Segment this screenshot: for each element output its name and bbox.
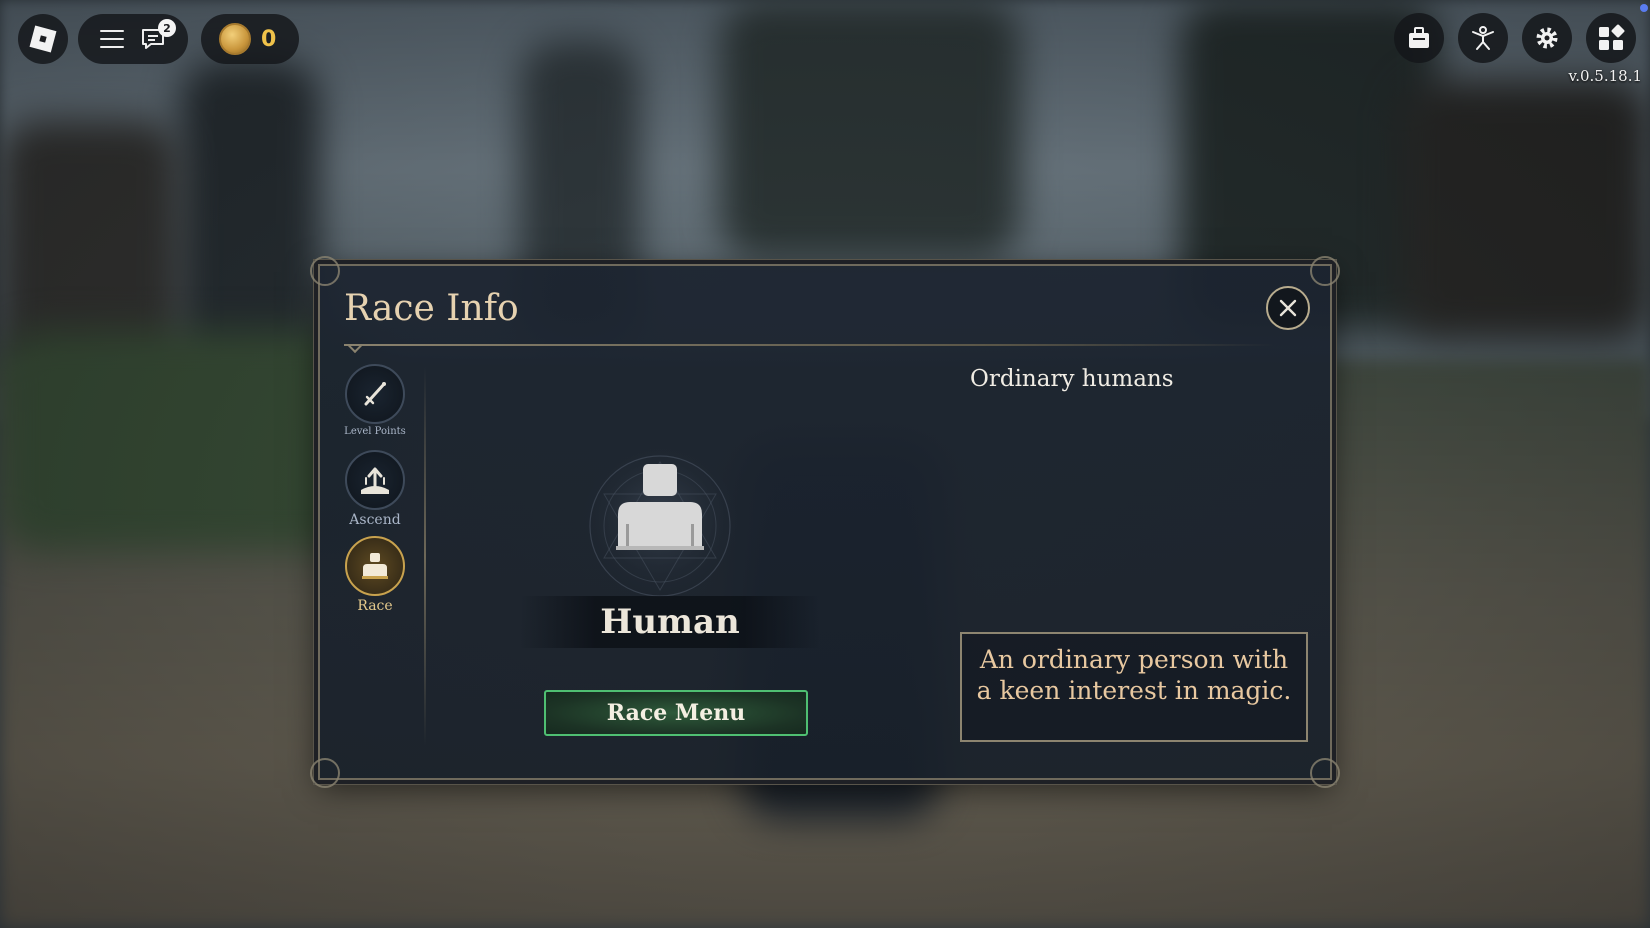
nav-label: Race [357,598,393,614]
human-silhouette-icon [582,448,738,604]
ascend-icon [361,467,389,494]
grid-icon [1599,24,1625,50]
race-info-modal: Race Info Level Points Ascend Race Human… [310,256,1340,788]
chat-unread-badge: 2 [158,19,176,37]
chat-button[interactable]: 2 [140,19,176,51]
roblox-menu-button[interactable] [18,14,68,64]
race-icon [362,553,388,579]
race-subtitle: Ordinary humans [970,366,1174,392]
race-description-box: An ordinary person with a keen interest … [960,632,1308,742]
race-name: Human [600,602,740,642]
version-label: v.0.5.18.1 [1568,67,1642,85]
nav-race[interactable]: Race [342,536,408,614]
title-divider [344,344,1274,346]
nav-divider [424,366,426,746]
currency-display[interactable]: 0 [201,14,299,64]
coin-icon [219,23,251,55]
hamburger-menu-icon[interactable] [100,30,124,48]
close-icon [1279,299,1297,317]
figure-pose-icon [1472,26,1494,50]
settings-button[interactable] [1522,13,1572,63]
modal-title: Race Info [344,288,519,329]
coin-count: 0 [261,26,277,52]
ornament-corner [310,256,340,286]
ornament-corner [310,758,340,788]
sword-icon [364,382,386,406]
race-description: An ordinary person with a keen interest … [976,645,1292,706]
side-nav: Level Points Ascend Race [342,364,408,744]
race-emblem [580,446,740,606]
backpack-button[interactable] [1394,13,1444,63]
status-dot [1640,4,1648,12]
race-name-banner: Human [520,596,820,648]
ornament-corner [1310,256,1340,286]
roblox-logo-icon [29,25,57,53]
race-menu-button[interactable]: Race Menu [544,690,808,736]
gear-icon [1536,27,1558,49]
backpack-icon [1409,27,1429,48]
ornament-corner [1310,758,1340,788]
inventory-grid-button[interactable] [1586,13,1636,63]
nav-label: Level Points [344,426,406,437]
divider-chevron-icon [347,338,363,354]
menu-chat-pill: 2 [78,14,188,64]
emote-button[interactable] [1458,13,1508,63]
nav-ascend[interactable]: Ascend [342,450,408,528]
close-button[interactable] [1266,286,1310,330]
nav-label: Ascend [349,512,401,528]
nav-level-points[interactable]: Level Points [342,364,408,437]
